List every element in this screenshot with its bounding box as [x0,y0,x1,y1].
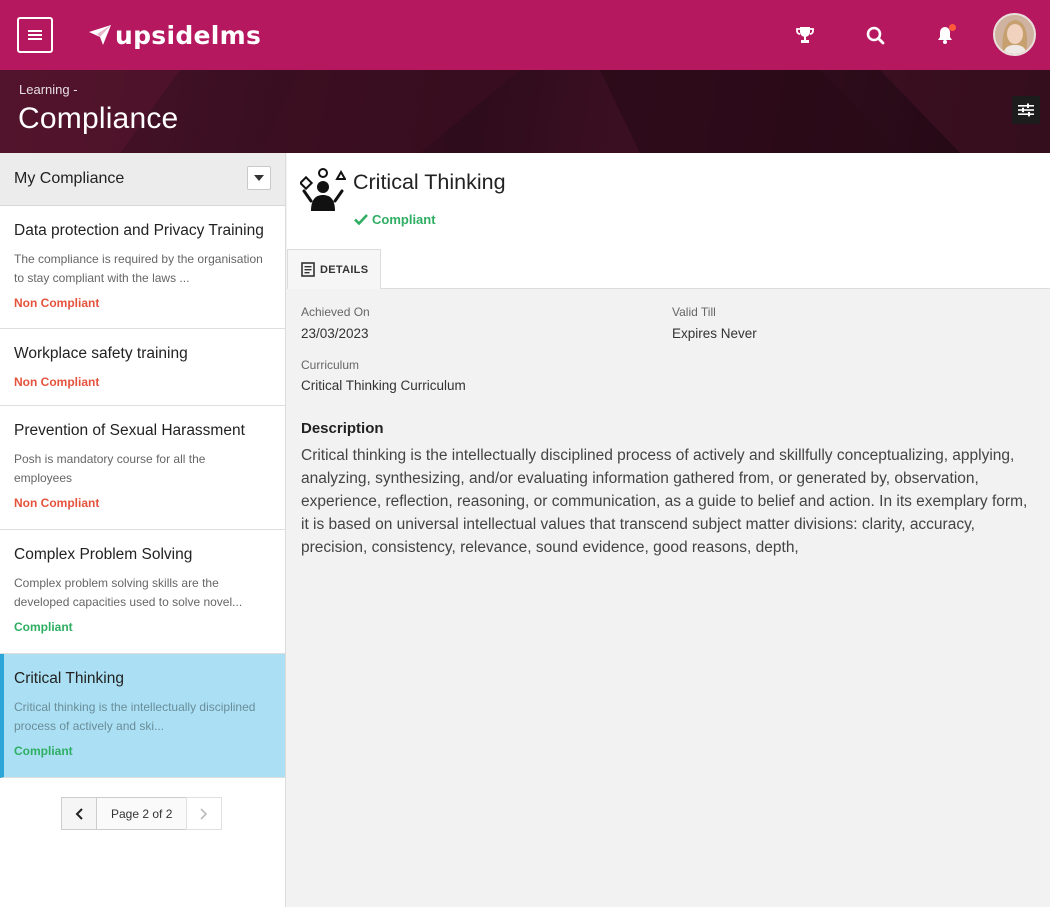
search-icon [866,26,884,44]
course-title: Critical Thinking [353,170,506,194]
list-item[interactable]: Data protection and Privacy Training The… [0,206,285,329]
detail-tabs: DETAILS [287,249,1050,289]
chevron-right-icon [200,807,208,820]
status-badge: Compliant [14,744,73,758]
description-heading: Description [301,420,384,437]
list-item-description-line: Posh is mandatory course for all the [14,452,206,466]
list-item-description-line: Complex problem solving skills are the [14,576,219,590]
status-badge: Compliant [14,620,73,634]
list-item-description: Critical thinking is the intellectually … [14,698,271,735]
top-navbar: upsidelms [0,0,1050,70]
page-header-banner: Learning - Compliance [0,70,1050,153]
chevron-left-icon [75,807,83,820]
curriculum-value: Critical Thinking Curriculum [301,378,466,393]
list-item-description-line: process of actively and ski... [14,718,165,733]
achieved-on-label: Achieved On [301,305,370,319]
list-item-description-line: Critical thinking is the intellectually … [14,700,256,714]
sidebar-header: My Compliance [0,153,285,206]
page-indicator: Page 2 of 2 [97,797,187,830]
menu-icon [28,30,42,40]
tab-details-label: DETAILS [320,263,369,276]
breadcrumb[interactable]: Learning - [19,82,78,97]
curriculum-label: Curriculum [301,358,360,372]
list-item-description-line: developed capacities used to solve novel… [14,594,243,609]
course-status-label: Compliant [372,212,436,227]
list-item-title: Data protection and Privacy Training [14,222,264,239]
list-item[interactable]: Prevention of Sexual Harassment Posh is … [0,406,285,530]
compliance-filter-dropdown[interactable] [247,166,271,190]
status-badge: Non Compliant [14,496,100,510]
course-juggler-icon [300,168,346,211]
list-item-description: Complex problem solving skills are the d… [14,574,271,611]
page-title: Compliance [18,102,179,135]
sidebar-title: My Compliance [14,170,125,187]
achieved-on-value: 23/03/2023 [301,326,369,341]
status-badge: Non Compliant [14,296,100,310]
list-item-title: Complex Problem Solving [14,546,193,563]
list-item-description-line: The compliance is required by the organi… [14,252,263,266]
next-page-button[interactable] [186,797,223,830]
logo-text: upsidelms [115,20,262,50]
list-item-description-line: to stay compliant with the laws ... [14,270,190,285]
course-detail-header: Critical Thinking Compliant [287,153,1050,249]
list-item-title: Prevention of Sexual Harassment [14,422,245,439]
pagination: Page 2 of 2 [61,797,223,830]
valid-till-label: Valid Till [672,305,716,319]
trophy-button[interactable] [793,23,817,47]
menu-button[interactable] [17,17,53,53]
list-item-description-line: employees [14,470,73,485]
list-item-title: Workplace safety training [14,345,188,362]
course-status: Compliant [354,212,436,227]
notifications-button[interactable] [933,23,957,47]
filter-button[interactable] [1012,96,1040,124]
list-item-selected[interactable]: Critical Thinking Critical thinking is t… [0,654,285,778]
trophy-icon [796,27,814,43]
previous-page-button[interactable] [61,797,97,830]
description-text: Critical thinking is the intellectually … [301,447,1028,556]
list-item-description: Posh is mandatory course for all the emp… [14,450,271,487]
compliance-sidebar: My Compliance Data protection and Privac… [0,153,286,907]
chevron-down-icon [254,175,264,181]
logo-plane-icon [89,25,111,45]
list-item[interactable]: Workplace safety training Non Compliant [0,329,285,406]
list-item-description: The compliance is required by the organi… [14,250,271,287]
avatar-image [995,15,1034,54]
checkmark-icon [354,214,368,225]
filter-sliders-icon [1018,103,1034,117]
notification-badge [949,24,956,31]
status-badge: Non Compliant [14,375,100,389]
tab-details[interactable]: DETAILS [287,249,381,289]
user-avatar[interactable] [993,13,1036,56]
valid-till-value: Expires Never [672,326,757,341]
search-button[interactable] [863,23,887,47]
app-logo[interactable]: upsidelms [89,20,261,50]
document-icon [301,262,315,277]
list-item-title: Critical Thinking [14,670,124,687]
list-item[interactable]: Complex Problem Solving Complex problem … [0,530,285,654]
